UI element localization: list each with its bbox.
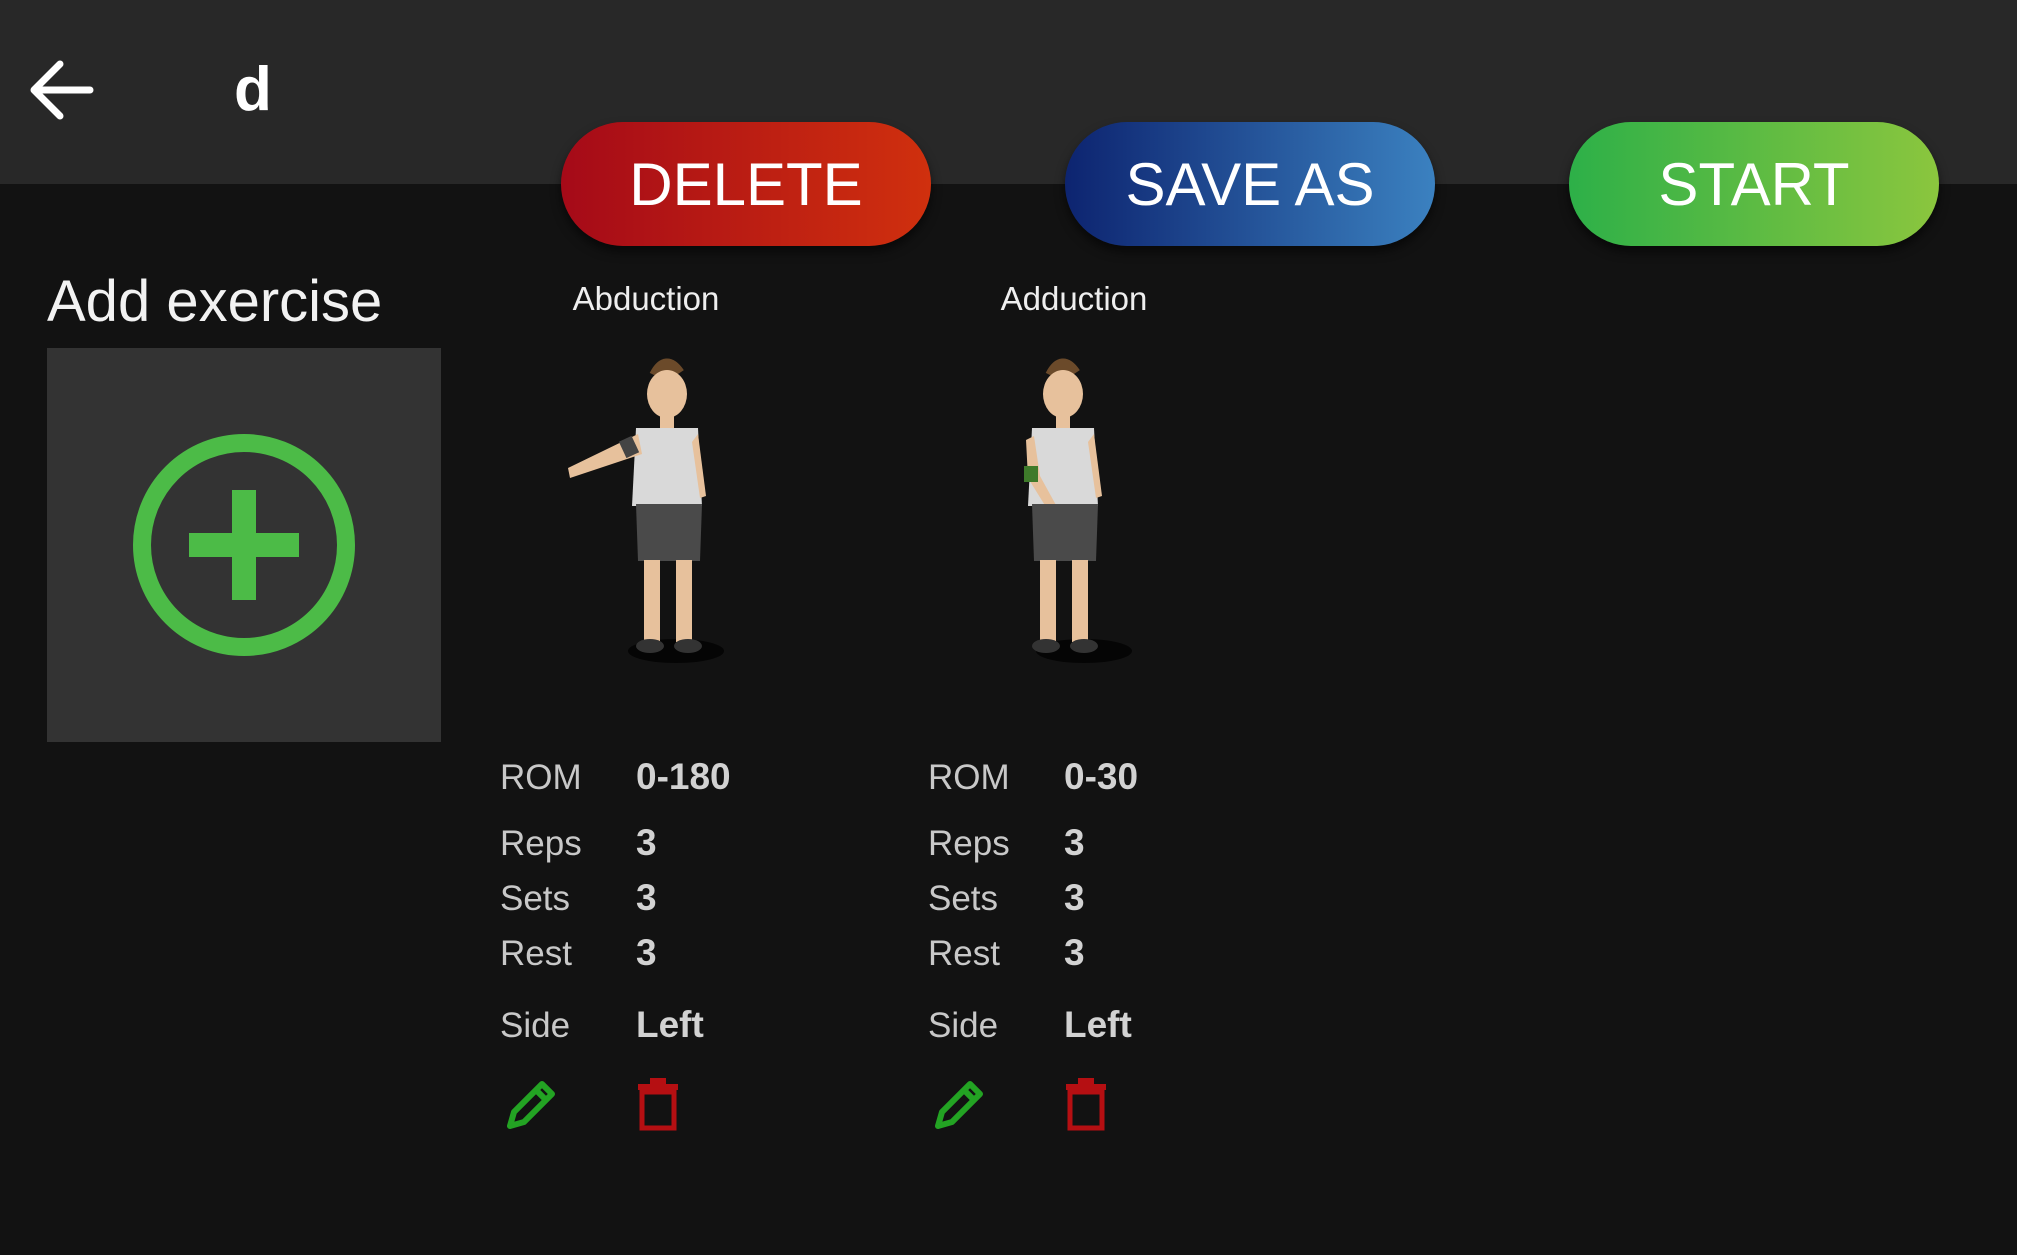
side-value: Left bbox=[636, 1004, 704, 1045]
side-label: Side bbox=[500, 1006, 571, 1045]
reps-value: 3 bbox=[1064, 822, 1085, 863]
save-as-button[interactable]: SAVE AS bbox=[1065, 122, 1435, 246]
delete-exercise-button[interactable] bbox=[636, 1076, 680, 1137]
trash-icon bbox=[638, 1078, 678, 1131]
side-label: Side bbox=[928, 1006, 999, 1045]
rom-label: ROM bbox=[500, 758, 582, 797]
arrow-left-icon bbox=[30, 60, 94, 120]
side-value: Left bbox=[1064, 1004, 1132, 1045]
rom-label: ROM bbox=[928, 758, 1010, 797]
start-button[interactable]: START bbox=[1569, 122, 1939, 246]
rom-value: 0-30 bbox=[1064, 756, 1139, 797]
exercise-card: Abduction ROM 0-180 Reps 3 Sets 3 Rest 3… bbox=[476, 270, 896, 1150]
page-title: d bbox=[234, 55, 272, 124]
rest-value: 3 bbox=[1064, 932, 1085, 973]
exercise-figure-abduction bbox=[568, 358, 724, 663]
back-button[interactable] bbox=[28, 58, 96, 122]
sets-label: Sets bbox=[500, 879, 571, 918]
edit-button[interactable] bbox=[932, 1076, 988, 1137]
exercise-name: Adduction bbox=[1000, 280, 1148, 317]
pencil-icon bbox=[507, 1081, 555, 1129]
pencil-icon bbox=[935, 1081, 983, 1129]
edit-button[interactable] bbox=[504, 1076, 560, 1137]
add-exercise-button[interactable] bbox=[47, 348, 441, 742]
reps-label: Reps bbox=[928, 824, 1010, 863]
delete-button[interactable]: DELETE bbox=[561, 122, 931, 246]
add-exercise-label: Add exercise bbox=[47, 269, 383, 334]
reps-label: Reps bbox=[500, 824, 582, 863]
plus-circle-icon bbox=[133, 434, 355, 656]
rest-label: Rest bbox=[500, 934, 572, 973]
sets-value: 3 bbox=[636, 877, 657, 918]
exercise-name: Abduction bbox=[572, 280, 720, 317]
sets-value: 3 bbox=[1064, 877, 1085, 918]
rom-value: 0-180 bbox=[636, 756, 731, 797]
sets-label: Sets bbox=[928, 879, 999, 918]
exercise-card: Adduction ROM 0-30 Reps 3 Sets 3 Rest 3 … bbox=[904, 270, 1324, 1150]
trash-icon bbox=[1066, 1078, 1106, 1131]
rest-value: 3 bbox=[636, 932, 657, 973]
exercise-figure-adduction bbox=[1024, 358, 1132, 663]
rest-label: Rest bbox=[928, 934, 1000, 973]
delete-exercise-button[interactable] bbox=[1064, 1076, 1108, 1137]
reps-value: 3 bbox=[636, 822, 657, 863]
